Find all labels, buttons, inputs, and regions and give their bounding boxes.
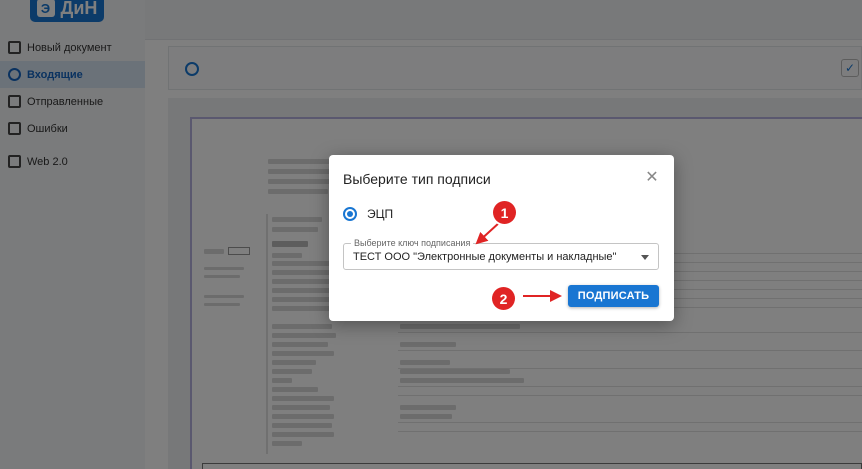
close-icon[interactable]: ✕	[644, 170, 660, 186]
step-2-marker: 2	[492, 287, 515, 310]
dropdown-arrow-icon[interactable]	[641, 255, 649, 260]
signing-key-label: Выберите ключ подписания	[351, 238, 474, 248]
dialog-title: Выберите тип подписи	[343, 171, 491, 187]
signature-option-ecp[interactable]: ЭЦП	[343, 207, 393, 221]
signing-key-select[interactable]: Выберите ключ подписания ТЕСТ ООО "Элект…	[343, 238, 659, 270]
signature-option-label: ЭЦП	[367, 207, 394, 221]
sign-button[interactable]: ПОДПИСАТЬ	[568, 285, 659, 307]
signing-key-value: ТЕСТ ООО "Электронные документы и наклад…	[353, 251, 617, 263]
radio-button-selected[interactable]	[343, 207, 357, 221]
step-1-marker: 1	[493, 201, 516, 224]
